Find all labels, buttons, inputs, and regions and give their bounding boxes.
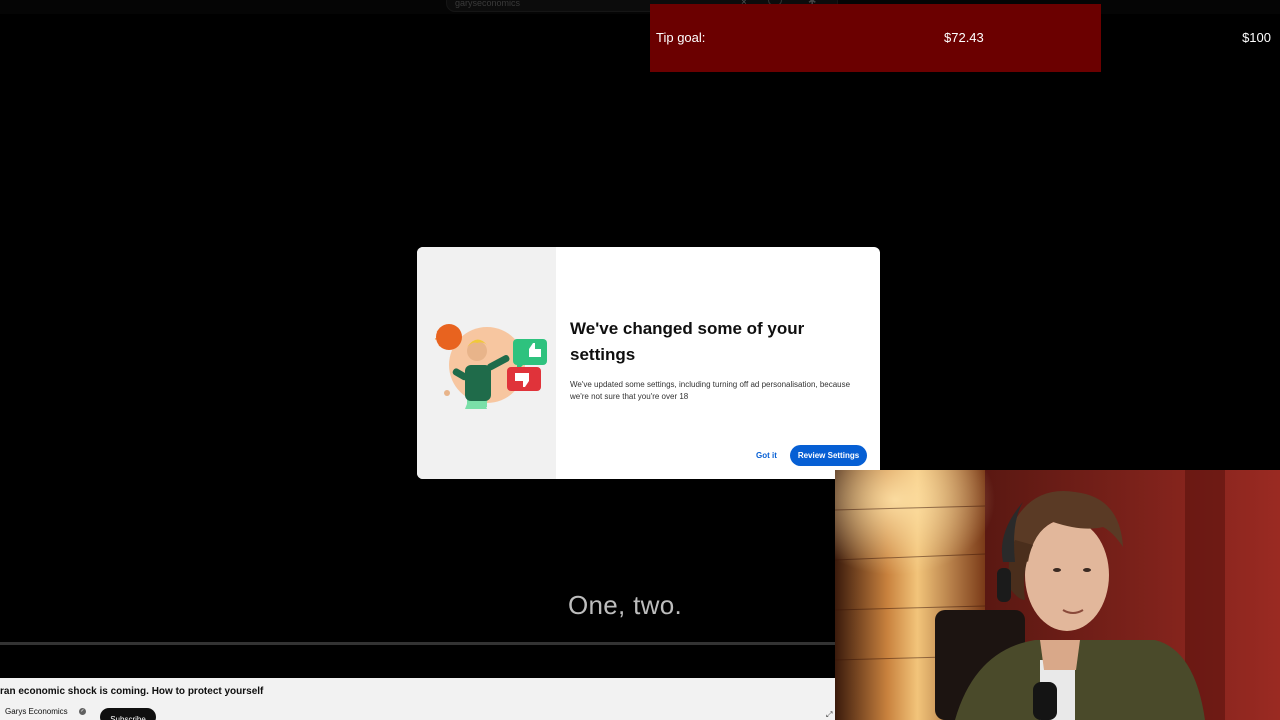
tip-goal-current: $72.43 — [944, 30, 984, 45]
tip-goal-target: $100 — [1242, 30, 1271, 45]
verified-icon: ✓ — [79, 708, 86, 715]
search-input[interactable]: garyseconomics — [455, 0, 520, 8]
dialog-title: We've changed some of your settings — [570, 319, 805, 364]
video-title: ran economic shock is coming. How to pro… — [0, 686, 264, 697]
review-settings-button[interactable]: Review Settings — [790, 445, 867, 466]
tip-goal-label: Tip goal: — [656, 30, 706, 45]
video-progress-bar[interactable] — [0, 642, 835, 645]
channel-name[interactable]: Garys Economics — [5, 707, 68, 716]
expand-icon[interactable]: ⤢ — [826, 710, 832, 720]
dialog-illustration — [417, 247, 556, 479]
got-it-button[interactable]: Got it — [750, 446, 783, 465]
person-thumbs-illustration — [434, 324, 547, 409]
video-info-strip: ran economic shock is coming. How to pro… — [0, 678, 835, 720]
subscribe-button[interactable]: Subscribe — [100, 708, 156, 720]
streamer-webcam-image — [835, 470, 1280, 720]
webcam-feed — [835, 470, 1280, 720]
video-progress-fill — [0, 642, 835, 645]
settings-changed-dialog: We've changed some of your settings We'v… — [417, 247, 880, 479]
tip-goal-bar — [650, 4, 1101, 72]
dialog-body: We've updated some settings, including t… — [570, 380, 851, 401]
video-caption: One, two. — [568, 590, 682, 620]
stream-layout: garyseconomics × ✱ Tip goal: $72.43 $100 — [0, 0, 1280, 720]
